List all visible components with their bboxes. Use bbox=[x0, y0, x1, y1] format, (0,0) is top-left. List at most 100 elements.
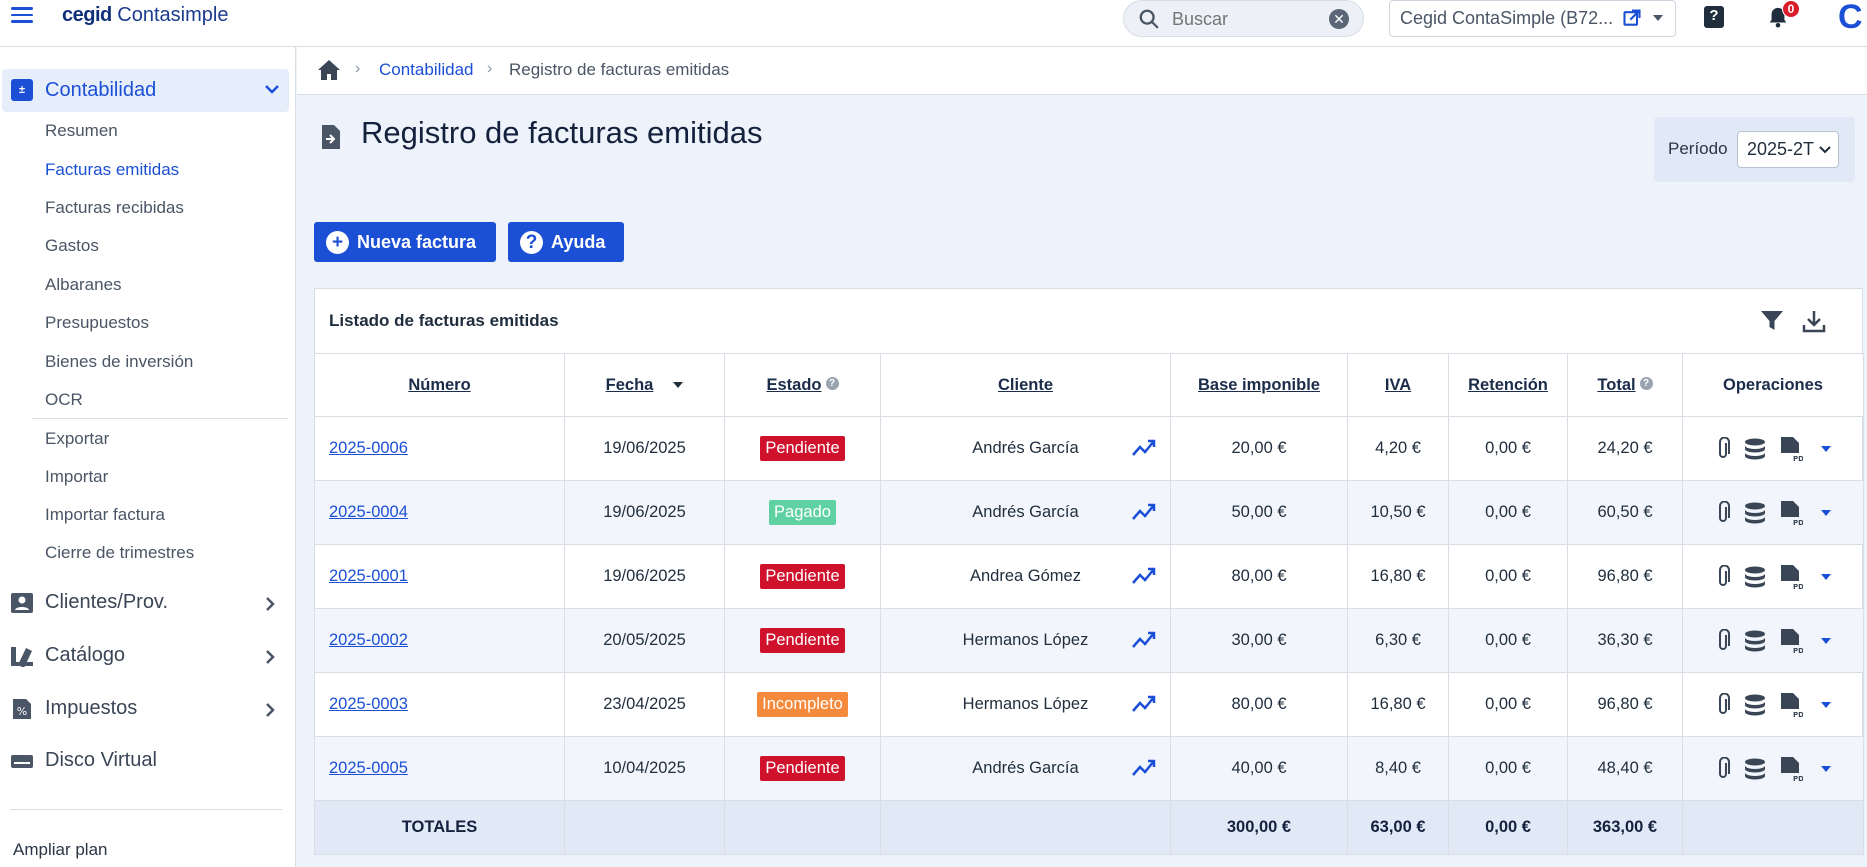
external-link-icon[interactable] bbox=[1622, 8, 1642, 28]
col-header-status[interactable]: Estado? bbox=[724, 353, 881, 417]
sidebar-item-presupuestos[interactable]: Presupuestos bbox=[45, 313, 149, 333]
table-row[interactable]: 2025-0002 20/05/2025 Pendiente Hermanos Lóp… bbox=[314, 608, 1864, 673]
sidebar-item-exportar[interactable]: Exportar bbox=[45, 429, 109, 449]
col-header-vat[interactable]: IVA bbox=[1347, 353, 1449, 417]
col-header-retention[interactable]: Retención bbox=[1448, 353, 1568, 417]
paperclip-icon[interactable] bbox=[1715, 756, 1731, 781]
sidebar-item-ocr[interactable]: OCR bbox=[45, 390, 83, 410]
sidebar-item-facturas-recibidas[interactable]: Facturas recibidas bbox=[45, 198, 184, 218]
pdf-icon[interactable]: PDF bbox=[1779, 500, 1803, 526]
brand-mark-icon[interactable]: C bbox=[1838, 0, 1863, 37]
svg-text:PDF: PDF bbox=[1793, 711, 1803, 718]
col-header-total[interactable]: Total? bbox=[1567, 353, 1683, 417]
trend-chart-icon[interactable] bbox=[1132, 695, 1156, 713]
sidebar-item-facturas-emitidas[interactable]: Facturas emitidas bbox=[45, 160, 179, 180]
invoice-number-link[interactable]: 2025-0001 bbox=[314, 544, 565, 609]
sidebar-item-importar[interactable]: Importar bbox=[45, 467, 108, 487]
sidebar-item-importar-factura[interactable]: Importar factura bbox=[45, 505, 165, 525]
database-icon[interactable] bbox=[1743, 565, 1767, 589]
invoice-number-link[interactable]: 2025-0006 bbox=[314, 416, 565, 481]
col-header-client[interactable]: Cliente bbox=[880, 353, 1171, 417]
database-icon[interactable] bbox=[1743, 437, 1767, 461]
sidebar-item-cierre-trimestres[interactable]: Cierre de trimestres bbox=[45, 543, 194, 563]
filter-icon[interactable] bbox=[1760, 309, 1784, 333]
client-name: Hermanos López bbox=[962, 695, 1089, 713]
database-icon[interactable] bbox=[1743, 693, 1767, 717]
col-header-base[interactable]: Base imponible bbox=[1170, 353, 1348, 417]
help-icon[interactable]: ? bbox=[1704, 6, 1724, 28]
operations-menu-caret-icon[interactable] bbox=[1821, 445, 1831, 452]
new-invoice-button[interactable]: + Nueva factura bbox=[314, 222, 496, 262]
upgrade-plan-link[interactable]: Ampliar plan bbox=[13, 840, 108, 860]
paperclip-icon[interactable] bbox=[1715, 692, 1731, 717]
sort-desc-icon[interactable] bbox=[673, 381, 684, 388]
operations-menu-caret-icon[interactable] bbox=[1821, 701, 1831, 708]
trend-chart-icon[interactable] bbox=[1132, 503, 1156, 521]
sidebar-item-gastos[interactable]: Gastos bbox=[45, 236, 99, 256]
invoice-number-link[interactable]: 2025-0003 bbox=[314, 672, 565, 737]
table-row[interactable]: 2025-0005 10/04/2025 Pendiente Andrés Garcí… bbox=[314, 736, 1864, 801]
breadcrumb-link-contabilidad[interactable]: Contabilidad bbox=[379, 60, 474, 80]
sidebar-item-catalogo[interactable]: Catálogo bbox=[10, 642, 290, 672]
sidebar-item-disco-virtual[interactable]: Disco Virtual bbox=[10, 747, 290, 777]
invoice-number-link[interactable]: 2025-0004 bbox=[314, 480, 565, 545]
sidebar-section-disco-label: Disco Virtual bbox=[45, 749, 157, 771]
paperclip-icon[interactable] bbox=[1715, 436, 1731, 461]
pdf-icon[interactable]: PDF bbox=[1779, 564, 1803, 590]
chevron-down-icon[interactable] bbox=[1653, 15, 1663, 21]
trend-chart-icon[interactable] bbox=[1132, 759, 1156, 777]
table-row[interactable]: 2025-0003 23/04/2025 Incompleto Hermanos Ló… bbox=[314, 672, 1864, 737]
hamburger-menu-icon[interactable] bbox=[8, 3, 36, 27]
invoice-number-link[interactable]: 2025-0002 bbox=[314, 608, 565, 673]
company-selector[interactable]: Cegid ContaSimple (B72... bbox=[1389, 0, 1676, 37]
pdf-icon[interactable]: PDF bbox=[1779, 692, 1803, 718]
pdf-icon[interactable]: PDF bbox=[1779, 756, 1803, 782]
invoice-retention: 0,00 € bbox=[1448, 608, 1568, 673]
svg-text:%: % bbox=[17, 705, 27, 718]
sidebar-item-resumen[interactable]: Resumen bbox=[45, 121, 118, 141]
help-tooltip-icon[interactable]: ? bbox=[1639, 376, 1653, 390]
sidebar-item-contabilidad[interactable]: ± Contabilidad bbox=[2, 69, 289, 112]
sidebar-item-impuestos[interactable]: % Impuestos bbox=[10, 695, 290, 725]
operations-menu-caret-icon[interactable] bbox=[1821, 637, 1831, 644]
invoice-number-link[interactable]: 2025-0005 bbox=[314, 736, 565, 801]
operations-cell: PDF bbox=[1682, 416, 1864, 481]
table-row[interactable]: 2025-0004 19/06/2025 Pagado Andrés García 50… bbox=[314, 480, 1864, 545]
clear-search-icon[interactable]: ✕ bbox=[1329, 9, 1349, 29]
status-badge: Pagado bbox=[769, 500, 836, 525]
pdf-icon[interactable]: PDF bbox=[1779, 436, 1803, 462]
database-icon[interactable] bbox=[1743, 629, 1767, 653]
sidebar-item-clientes[interactable]: Clientes/Prov. bbox=[10, 589, 290, 619]
operations-menu-caret-icon[interactable] bbox=[1821, 509, 1831, 516]
operations-menu-caret-icon[interactable] bbox=[1821, 765, 1831, 772]
help-button[interactable]: ? Ayuda bbox=[508, 222, 624, 262]
search-input[interactable] bbox=[1172, 7, 1322, 31]
trend-chart-icon[interactable] bbox=[1132, 631, 1156, 649]
home-icon[interactable] bbox=[317, 59, 341, 81]
help-tooltip-icon[interactable]: ? bbox=[825, 376, 839, 390]
invoice-base: 40,00 € bbox=[1170, 736, 1348, 801]
paperclip-icon[interactable] bbox=[1715, 564, 1731, 589]
col-header-number[interactable]: Número bbox=[314, 353, 565, 417]
col-header-date[interactable]: Fecha bbox=[564, 353, 725, 417]
operations-menu-caret-icon[interactable] bbox=[1821, 573, 1831, 580]
download-icon[interactable] bbox=[1802, 309, 1826, 333]
table-title: Listado de facturas emitidas bbox=[329, 311, 559, 330]
paperclip-icon[interactable] bbox=[1715, 500, 1731, 525]
table-row[interactable]: 2025-0006 19/06/2025 Pendiente Andrés Garcí… bbox=[314, 416, 1864, 481]
pdf-icon[interactable]: PDF bbox=[1779, 628, 1803, 654]
client-name: Andrea Gómez bbox=[970, 567, 1081, 585]
trend-chart-icon[interactable] bbox=[1132, 439, 1156, 457]
sidebar-item-albaranes[interactable]: Albaranes bbox=[45, 275, 122, 295]
database-icon[interactable] bbox=[1743, 757, 1767, 781]
paperclip-icon[interactable] bbox=[1715, 628, 1731, 653]
sidebar-item-bienes-inversion[interactable]: Bienes de inversión bbox=[45, 352, 193, 372]
app-logo[interactable]: cegid Contasimple bbox=[62, 4, 228, 27]
database-icon[interactable] bbox=[1743, 501, 1767, 525]
trend-chart-icon[interactable] bbox=[1132, 567, 1156, 585]
breadcrumb-current: Registro de facturas emitidas bbox=[509, 60, 730, 79]
svg-text:PDF: PDF bbox=[1793, 519, 1803, 526]
search-icon[interactable] bbox=[1138, 8, 1160, 30]
period-select[interactable]: 2025-2T bbox=[1737, 131, 1839, 168]
table-row[interactable]: 2025-0001 19/06/2025 Pendiente Andrea Gómez… bbox=[314, 544, 1864, 609]
